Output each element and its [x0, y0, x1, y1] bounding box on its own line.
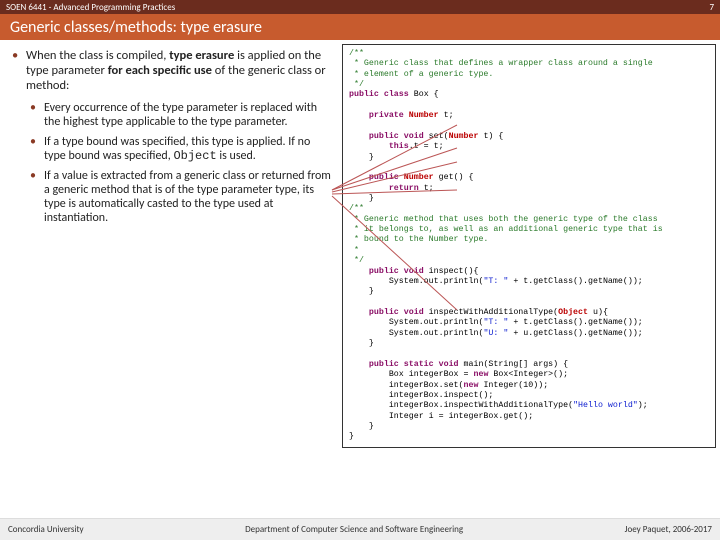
code: inspect(){ — [429, 267, 479, 276]
code-line: /** — [349, 49, 364, 58]
sub-bullet-3: • If a value is extracted from a generic… — [30, 169, 334, 225]
text: is used. — [217, 149, 256, 163]
code: "Hello world" — [573, 401, 638, 410]
sub-bullet-text: If a value is extracted from a generic c… — [44, 169, 334, 225]
code: public static void — [349, 360, 464, 369]
code: public void — [349, 132, 429, 141]
footer-left: Concordia University — [8, 524, 84, 535]
code: System.out.println( — [349, 277, 483, 286]
code: private — [349, 111, 409, 120]
code: u){ — [593, 308, 608, 317]
code: Box { — [414, 90, 439, 99]
code-line: /** — [349, 204, 364, 213]
code-line: * bound to the Number type. — [349, 235, 488, 244]
code-line: * Generic method that uses both the gene… — [349, 215, 658, 224]
code-line: */ — [349, 80, 364, 89]
bold: for each specific use — [108, 63, 212, 78]
title-text: Generic classes/methods: type erasure — [10, 18, 262, 37]
code: set( — [429, 132, 449, 141]
code: integerBox.inspect(); — [349, 391, 493, 400]
code: new — [464, 381, 484, 390]
code: t; — [424, 184, 434, 193]
code: Box<Integer>(); — [493, 370, 568, 379]
code: Number — [449, 132, 484, 141]
code: new — [473, 370, 493, 379]
code: System.out.println( — [349, 318, 483, 327]
code: integerBox.set( — [349, 381, 464, 390]
code: "U: " — [483, 329, 508, 338]
code: public void — [349, 308, 429, 317]
main-bullet-text: When the class is compiled, type erasure… — [26, 48, 334, 93]
sub-bullet-2: • If a type bound was specified, this ty… — [30, 135, 334, 163]
code: t; — [444, 111, 454, 120]
inline-code: Object — [173, 149, 216, 163]
code: ); — [638, 401, 648, 410]
code: Box integerBox = — [349, 370, 473, 379]
bullet-dot-icon: • — [30, 135, 44, 163]
code: } — [349, 194, 374, 203]
footer: Concordia University Department of Compu… — [0, 518, 720, 540]
code-box: /** * Generic class that defines a wrapp… — [342, 44, 716, 448]
code: } — [349, 339, 374, 348]
code: "T: " — [483, 277, 508, 286]
code: Integer(10)); — [483, 381, 548, 390]
bold: type erasure — [169, 48, 234, 63]
code: } — [349, 287, 374, 296]
header-bar: SOEN 6441 - Advanced Programming Practic… — [0, 0, 720, 14]
right-column: /** * Generic class that defines a wrapp… — [342, 40, 720, 516]
code: .t = t; — [409, 142, 444, 151]
footer-right: Joey Paquet, 2006-2017 — [625, 524, 712, 535]
code: Object — [558, 308, 593, 317]
sub-bullet-text: Every occurrence of the type parameter i… — [44, 101, 334, 129]
code: public void — [349, 267, 429, 276]
main-bullet: • When the class is compiled, type erasu… — [12, 48, 334, 93]
code: integerBox.inspectWithAdditionalType( — [349, 401, 573, 410]
code: public — [349, 173, 404, 182]
content-area: • When the class is compiled, type erasu… — [0, 40, 720, 516]
code: System.out.println( — [349, 329, 483, 338]
code: get() { — [439, 173, 474, 182]
footer-center: Department of Computer Science and Softw… — [245, 524, 463, 535]
page-number: 7 — [709, 2, 714, 13]
code: Number — [409, 111, 444, 120]
code: Number — [404, 173, 439, 182]
code: + t.getClass().getName()); — [508, 277, 642, 286]
slide-title: Generic classes/methods: type erasure — [0, 14, 720, 40]
code-line: * it belongs to, as well as an additiona… — [349, 225, 663, 234]
code: inspectWithAdditionalType( — [429, 308, 558, 317]
code: "T: " — [483, 318, 508, 327]
code: } — [349, 422, 374, 431]
code: this — [349, 142, 409, 151]
bullet-dot-icon: • — [30, 101, 44, 129]
code: } — [349, 432, 354, 441]
bullet-dot-icon: • — [30, 169, 44, 225]
text: When the class is compiled, — [26, 48, 169, 63]
code: main(String[] args) { — [464, 360, 569, 369]
code: public class — [349, 90, 414, 99]
code-line: */ — [349, 256, 364, 265]
code: } — [349, 153, 374, 162]
code-line: * Generic class that defines a wrapper c… — [349, 59, 653, 68]
sub-bullet-1: • Every occurrence of the type parameter… — [30, 101, 334, 129]
left-column: • When the class is compiled, type erasu… — [0, 40, 342, 516]
code: return — [349, 184, 424, 193]
code: Integer i = integerBox.get(); — [349, 412, 533, 421]
bullet-dot-icon: • — [12, 48, 26, 93]
code-line: * element of a generic type. — [349, 70, 493, 79]
code: + t.getClass().getName()); — [508, 318, 642, 327]
code-line: * — [349, 246, 359, 255]
sub-bullet-text: If a type bound was specified, this type… — [44, 135, 334, 163]
code: + u.getClass().getName()); — [508, 329, 642, 338]
course-code: SOEN 6441 - Advanced Programming Practic… — [6, 2, 175, 13]
code: t) { — [483, 132, 503, 141]
